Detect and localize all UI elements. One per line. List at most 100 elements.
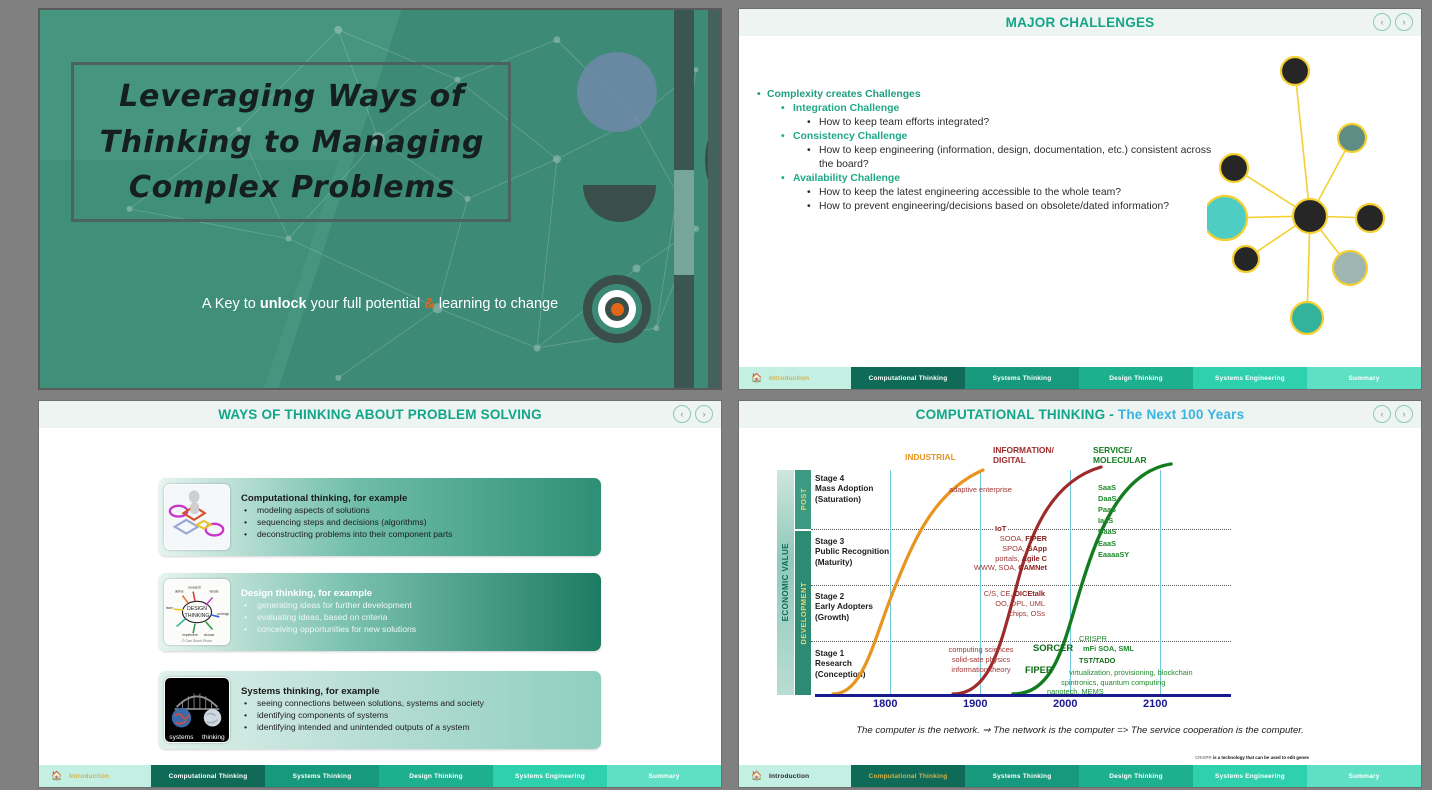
- nav-tab-systems-engineering[interactable]: Systems Engineering: [1193, 367, 1307, 389]
- nav-tab-label: Summary: [648, 772, 680, 780]
- nav-tab-systems-thinking[interactable]: Systems Thinking: [265, 765, 379, 787]
- subtitle-unlock: unlock: [259, 296, 307, 312]
- bullet-level3: How to prevent engineering/decisions bas…: [757, 200, 1227, 214]
- ann-baas: BaaS: [1098, 527, 1117, 537]
- band-label-service-molecular: SERVICE/MOLECULAR: [1093, 445, 1147, 466]
- svg-text:DESIGN: DESIGN: [187, 606, 207, 612]
- chart-caption: The computer is the network. ⇒ The netwo…: [856, 725, 1304, 736]
- card-heading: Systems thinking, for example: [241, 686, 380, 698]
- card-bullet: identifying intended and unintended outp…: [241, 722, 484, 734]
- nav-tab-introduction[interactable]: 🏠 Introduction: [739, 367, 851, 389]
- chevron-left-icon[interactable]: ‹: [1373, 13, 1391, 31]
- nav-tab-summary[interactable]: Summary: [1307, 765, 1421, 787]
- chevron-right-icon[interactable]: ›: [695, 405, 713, 423]
- slide-ways-of-thinking[interactable]: WAYS OF THINKING ABOUT PROBLEM SOLVING ‹…: [38, 400, 722, 788]
- caption-right: thinking: [201, 734, 225, 741]
- nav-tab-computational-thinking[interactable]: Computational Thinking: [851, 367, 965, 389]
- nav-tab-systems-thinking[interactable]: Systems Thinking: [965, 367, 1079, 389]
- ann-information-theory: information theory: [951, 664, 1011, 674]
- nav-tab-label: Summary: [1348, 374, 1380, 382]
- chevron-right-icon[interactable]: ›: [1395, 405, 1413, 423]
- bg-circle-blue: [577, 52, 657, 132]
- slide-major-challenges[interactable]: MAJOR CHALLENGES ‹ › Complexity creates …: [738, 8, 1422, 390]
- slide-navigation-bar[interactable]: 🏠 Introduction Computational Thinking Sy…: [39, 765, 721, 787]
- ann-eaas: EaaS: [1098, 538, 1117, 548]
- nav-tab-summary[interactable]: Summary: [607, 765, 721, 787]
- challenges-bullet-list: Complexity creates Challenges Integratio…: [757, 88, 1227, 213]
- svg-text:research: research: [188, 586, 201, 590]
- home-icon: 🏠: [51, 770, 63, 781]
- card-bullet: sequencing steps and decisions (algorith…: [241, 517, 452, 529]
- nav-tab-label: Summary: [1348, 772, 1380, 780]
- chevron-left-icon[interactable]: ‹: [673, 405, 691, 423]
- nav-tab-systems-engineering[interactable]: Systems Engineering: [1193, 765, 1307, 787]
- page-title: MAJOR CHALLENGES: [1005, 15, 1155, 30]
- slide-navigation-bar[interactable]: 🏠 Introduction Computational Thinking Sy…: [739, 765, 1421, 787]
- svg-text:implement: implement: [182, 633, 197, 637]
- slide-title[interactable]: Leveraging Ways of Thinking to Managing …: [38, 8, 722, 390]
- nav-tab-label: Systems Thinking: [292, 772, 352, 780]
- subtitle-ampersand: &: [424, 296, 435, 312]
- nav-tab-computational-thinking[interactable]: Computational Thinking: [151, 765, 265, 787]
- bridge-globes-art: [171, 693, 222, 728]
- card-computational-thinking[interactable]: Computational thinking, for example mode…: [159, 478, 601, 556]
- slide-header: COMPUTATIONAL THINKING - The Next 100 Ye…: [739, 401, 1421, 428]
- nav-tab-design-thinking[interactable]: Design Thinking: [1079, 765, 1193, 787]
- ann-oo-dpl-uml: OO, DPL, UML: [995, 598, 1045, 608]
- ann-eaaaasy: EaaaaSY: [1098, 549, 1130, 559]
- nav-tab-label: Design Thinking: [1109, 772, 1163, 780]
- slide-header: MAJOR CHALLENGES ‹ ›: [739, 9, 1421, 36]
- ann-fiper: FIPER: [1025, 664, 1053, 675]
- chart-footnote: CRISPR is a technology that can be used …: [1195, 755, 1309, 760]
- band-label-industrial: INDUSTRIAL: [905, 452, 956, 462]
- bullet-level3: How to keep engineering (information, de…: [757, 144, 1227, 172]
- nav-tab-summary[interactable]: Summary: [1307, 367, 1421, 389]
- ann-chips-oss: chips, OSs: [1009, 608, 1045, 618]
- svg-text:learn: learn: [166, 606, 173, 610]
- title-main: COMPUTATIONAL THINKING -: [915, 407, 1118, 422]
- x-tick-1800: 1800: [873, 698, 898, 710]
- card-text: Computational thinking, for example mode…: [230, 493, 452, 541]
- slide-computational-thinking[interactable]: COMPUTATIONAL THINKING - The Next 100 Ye…: [738, 400, 1422, 788]
- nav-tab-systems-thinking[interactable]: Systems Thinking: [965, 765, 1079, 787]
- nav-tab-design-thinking[interactable]: Design Thinking: [379, 765, 493, 787]
- card-systems-thinking[interactable]: systems thinking Systems thinking, for e…: [159, 671, 601, 749]
- subtitle-part-d: learning to change: [434, 296, 559, 312]
- slide-header: WAYS OF THINKING ABOUT PROBLEM SOLVING ‹…: [39, 401, 721, 428]
- chevron-left-icon[interactable]: ‹: [1373, 405, 1391, 423]
- subtitle-part-a: A Key to: [201, 296, 260, 312]
- card-heading: Computational thinking, for example: [241, 493, 408, 505]
- home-icon: 🏠: [751, 372, 763, 383]
- nav-tab-systems-engineering[interactable]: Systems Engineering: [493, 765, 607, 787]
- title-line-3: Complex Problems: [128, 170, 456, 206]
- ann-www-soa-camnet: WWW, SOA, CAMNet: [973, 563, 1047, 573]
- page-title: Leveraging Ways of Thinking to Managing …: [76, 70, 508, 215]
- card-heading: Design thinking, for example: [241, 588, 373, 600]
- card-text: Design thinking, for example generating …: [230, 588, 416, 636]
- nav-tab-label: Systems Thinking: [992, 374, 1052, 382]
- ann-portals-agile: portals, Agile C: [995, 553, 1047, 563]
- footnote-term: CRISPR: [1195, 755, 1212, 760]
- flowchart-figure-image: [164, 484, 230, 550]
- card-bullet: seeing connections between solutions, sy…: [241, 698, 484, 710]
- flowchart-art: [168, 490, 225, 537]
- card-design-thinking[interactable]: DESIGN THINKING define research ideate p…: [159, 573, 601, 651]
- header-nav-buttons: ‹ ›: [1373, 13, 1413, 31]
- x-tick-2100: 2100: [1143, 698, 1168, 710]
- design-thinking-mindmap-image: DESIGN THINKING define research ideate p…: [164, 579, 230, 645]
- annotation-stage2-red: C/S, CE, DICEtalk OO, DPL, UML chips, OS…: [949, 589, 1045, 618]
- nav-tab-introduction[interactable]: 🏠 Introduction: [39, 765, 151, 787]
- slide-body: ECONOMIC VALUE POST DEVELOPMENT Stage 4M…: [739, 428, 1421, 787]
- nav-tab-design-thinking[interactable]: Design Thinking: [1079, 367, 1193, 389]
- card-bullet: modeling aspects of solutions: [241, 505, 452, 517]
- annotation-stage3-red: SOOA, FIPER SPOA, GApp portals, Agile C …: [947, 534, 1047, 573]
- slide-navigation-bar[interactable]: 🏠 Introduction Computational Thinking Sy…: [739, 367, 1421, 389]
- nav-tab-computational-thinking[interactable]: Computational Thinking: [851, 765, 965, 787]
- ann-computing-sciences: computing sciences: [948, 645, 1014, 654]
- x-axis-line: [815, 694, 1231, 697]
- svg-text:ideate: ideate: [210, 590, 219, 594]
- card-bullet: conceiving opportunities for new solutio…: [241, 624, 416, 636]
- nav-tab-introduction[interactable]: 🏠 Introduction: [739, 765, 851, 787]
- chevron-right-icon[interactable]: ›: [1395, 13, 1413, 31]
- title-sub: The Next 100 Years: [1117, 407, 1245, 422]
